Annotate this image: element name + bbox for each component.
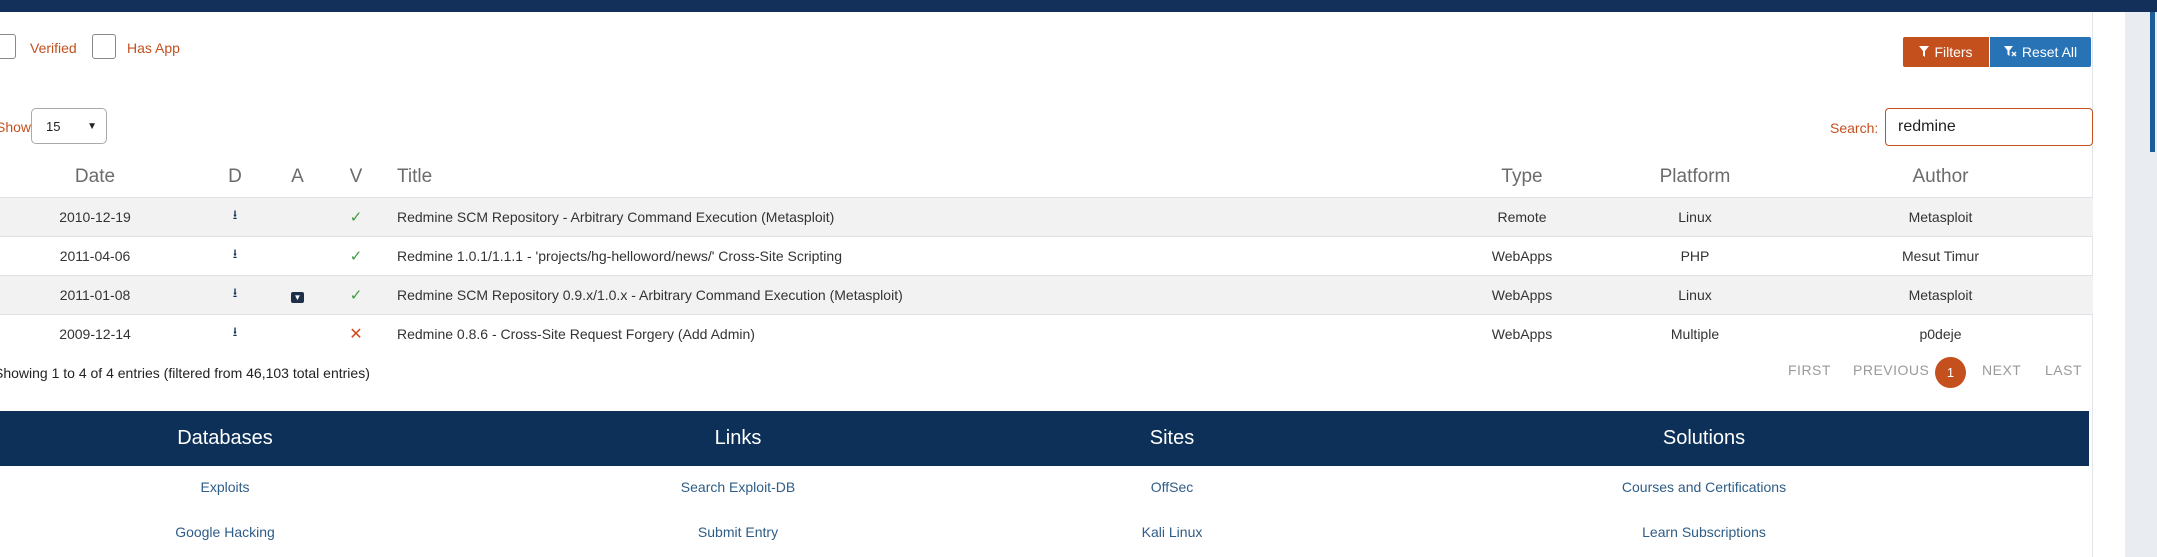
footer-heading-links: Links — [714, 427, 762, 449]
footer-link-offsec[interactable]: OffSec — [1151, 479, 1194, 495]
footer-link-google-hacking[interactable]: Google Hacking — [175, 524, 275, 540]
exploits-table: Date D A V Title Type Platform Author 20… — [0, 157, 2093, 353]
has-app-checkbox[interactable] — [92, 34, 116, 59]
platform-link[interactable]: Multiple — [1602, 313, 1788, 353]
date-cell: 2011-01-08 — [0, 274, 190, 314]
download-icon[interactable]: ⭳ — [233, 284, 238, 306]
verified-label: Verified — [30, 40, 77, 56]
filters-button[interactable]: Filters — [1903, 37, 1989, 67]
download-cell[interactable]: ⭳ — [190, 313, 280, 353]
footer-link-kali-linux[interactable]: Kali Linux — [1142, 524, 1203, 540]
download-cell[interactable]: ⭳ — [190, 235, 280, 275]
check-icon: ✓ — [349, 247, 363, 265]
table-header-row: Date D A V Title Type Platform Author — [0, 157, 2093, 197]
title-link[interactable]: Redmine 1.0.1/1.1.1 - 'projects/hg-hello… — [397, 235, 1442, 275]
table-row: 2010-12-19 ⭳ ✓ Redmine SCM Repository - … — [0, 196, 2093, 236]
filters-button-label: Filters — [1934, 44, 1973, 60]
date-cell: 2010-12-19 — [0, 196, 190, 236]
download-icon[interactable]: ⭳ — [233, 323, 238, 345]
entries-per-page-value: 15 — [46, 118, 61, 134]
pagination-previous[interactable]: PREVIOUS — [1853, 362, 1929, 378]
top-nav-bar — [0, 0, 2157, 12]
type-link[interactable]: Remote — [1442, 196, 1602, 236]
pagination-first[interactable]: FIRST — [1788, 362, 1831, 378]
pagination-next[interactable]: NEXT — [1982, 362, 2021, 378]
column-header-type[interactable]: Type — [1442, 157, 1602, 197]
author-link[interactable]: Metasploit — [1788, 274, 2093, 314]
footer-band — [0, 411, 2089, 466]
type-link[interactable]: WebApps — [1442, 274, 1602, 314]
column-header-verified[interactable]: V — [315, 157, 397, 197]
author-link[interactable]: Metasploit — [1788, 196, 2093, 236]
entries-per-page-select[interactable]: 15 ▼ — [31, 108, 107, 144]
app-cell — [280, 235, 315, 275]
archive-icon[interactable]: ▼ — [291, 291, 304, 303]
title-link[interactable]: Redmine SCM Repository - Arbitrary Comma… — [397, 196, 1442, 236]
footer-heading-solutions: Solutions — [1662, 427, 1746, 449]
footer-link-exploits[interactable]: Exploits — [200, 479, 249, 495]
reset-all-button-label: Reset All — [2021, 44, 2078, 60]
title-link[interactable]: Redmine SCM Repository 0.9.x/1.0.x - Arb… — [397, 274, 1442, 314]
download-icon[interactable]: ⭳ — [233, 206, 238, 228]
pagination-current-page[interactable]: 1 — [1935, 357, 1966, 388]
column-header-download[interactable]: D — [190, 157, 280, 197]
date-cell: 2011-04-06 — [0, 235, 190, 275]
download-cell[interactable]: ⭳ — [190, 196, 280, 236]
footer-heading-databases: Databases — [177, 427, 273, 449]
author-link[interactable]: p0deje — [1788, 313, 2093, 353]
footer-link-submit-entry[interactable]: Submit Entry — [698, 524, 778, 540]
type-link[interactable]: WebApps — [1442, 235, 1602, 275]
footer-link-learn-subscriptions[interactable]: Learn Subscriptions — [1642, 524, 1766, 540]
table-row: 2011-04-06 ⭳ ✓ Redmine 1.0.1/1.1.1 - 'pr… — [0, 235, 2093, 275]
footer-link-courses[interactable]: Courses and Certifications — [1622, 479, 1786, 495]
type-link[interactable]: WebApps — [1442, 313, 1602, 353]
pagination-last[interactable]: LAST — [2045, 362, 2082, 378]
x-icon: ✕ — [349, 325, 363, 343]
download-cell[interactable]: ⭳ — [190, 274, 280, 314]
filter-reset-icon — [2003, 44, 2017, 60]
verified-cell: ✓ — [315, 235, 397, 275]
author-link[interactable]: Mesut Timur — [1788, 235, 2093, 275]
chevron-down-icon: ▼ — [87, 121, 97, 132]
app-cell — [280, 196, 315, 236]
check-icon: ✓ — [349, 208, 363, 226]
table-row: 2011-01-08 ⭳ ▼ ✓ Redmine SCM Repository … — [0, 274, 2093, 314]
platform-link[interactable]: Linux — [1602, 196, 1788, 236]
download-icon[interactable]: ⭳ — [233, 245, 238, 267]
page-scrollbar-thumb[interactable] — [2150, 12, 2155, 152]
footer-link-search-exploit-db[interactable]: Search Exploit-DB — [681, 479, 795, 495]
has-app-label: Has App — [127, 40, 180, 56]
verified-checkbox[interactable] — [0, 34, 16, 59]
column-header-app[interactable]: A — [280, 157, 315, 197]
column-header-platform[interactable]: Platform — [1602, 157, 1788, 197]
search-label: Search: — [1830, 120, 1879, 136]
platform-link[interactable]: PHP — [1602, 235, 1788, 275]
app-cell[interactable]: ▼ — [280, 274, 315, 314]
reset-all-button[interactable]: Reset All — [1990, 37, 2091, 67]
verified-cell: ✓ — [315, 274, 397, 314]
show-entries-label: Show — [0, 119, 32, 135]
search-input[interactable] — [1885, 108, 2093, 146]
column-header-title[interactable]: Title — [397, 157, 1442, 197]
column-header-author[interactable]: Author — [1788, 157, 2093, 197]
filter-icon — [1919, 44, 1930, 60]
table-info-text: Showing 1 to 4 of 4 entries (filtered fr… — [0, 365, 370, 381]
platform-link[interactable]: Linux — [1602, 274, 1788, 314]
verified-cell: ✓ — [315, 196, 397, 236]
column-header-date[interactable]: Date — [0, 157, 190, 197]
app-cell — [280, 313, 315, 353]
table-row: 2009-12-14 ⭳ ✕ Redmine 0.8.6 - Cross-Sit… — [0, 313, 2093, 353]
footer-heading-sites: Sites — [1149, 427, 1195, 449]
title-link[interactable]: Redmine 0.8.6 - Cross-Site Request Forge… — [397, 313, 1442, 353]
date-cell: 2009-12-14 — [0, 313, 190, 353]
verified-cell: ✕ — [315, 313, 397, 353]
check-icon: ✓ — [349, 286, 363, 304]
